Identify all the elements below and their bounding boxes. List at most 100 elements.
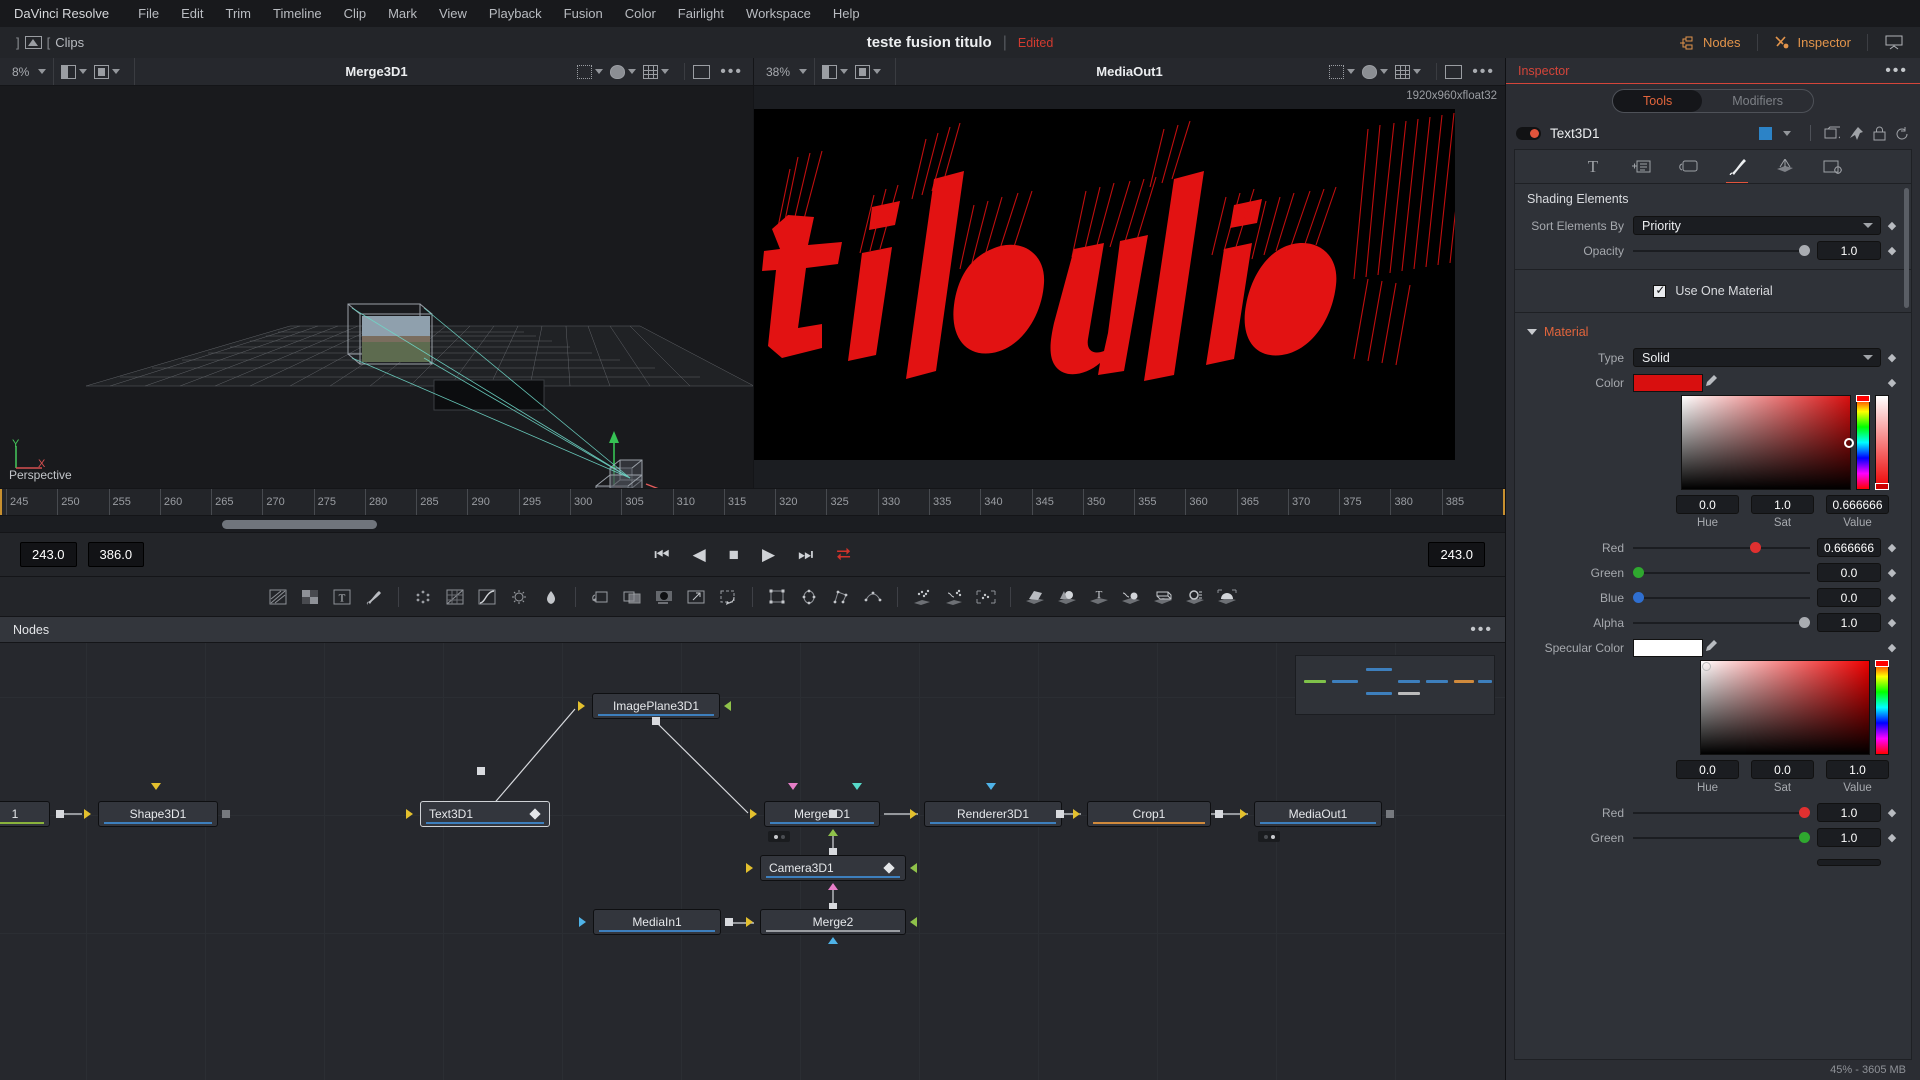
eyedropper-icon[interactable]	[1703, 374, 1719, 391]
frame-icon[interactable]	[693, 64, 711, 79]
merge3d1-output-port[interactable]	[829, 810, 837, 818]
menu-item-view[interactable]: View	[428, 0, 478, 27]
dissolve-icon[interactable]	[648, 584, 680, 610]
spec-green-handle[interactable]	[1799, 831, 1810, 843]
mediaout1-input-port[interactable]	[1240, 809, 1247, 819]
split-view-icon-2[interactable]	[822, 64, 838, 79]
pin-icon[interactable]	[1849, 126, 1864, 141]
camera3d1-output-arrow[interactable]	[910, 863, 917, 873]
crop1-output-port[interactable]	[1215, 810, 1223, 818]
specular-green-keyframe-button[interactable]: ◆	[1881, 831, 1903, 844]
menu-item-file[interactable]: File	[127, 0, 170, 27]
specular-value-value[interactable]: 1.0	[1826, 760, 1889, 779]
opacity-keyframe-button[interactable]: ◆	[1881, 244, 1903, 257]
merge2-background-input-arrow[interactable]	[828, 937, 838, 944]
viewer-left-options-ellipsis-icon[interactable]: •••	[710, 63, 753, 79]
green-handle[interactable]	[1633, 566, 1644, 578]
node-enable-toggle[interactable]	[1516, 126, 1541, 140]
last-frame-button[interactable]: ⏭	[798, 546, 813, 563]
specular-eyedropper-icon[interactable]	[1703, 639, 1719, 656]
mediaout1-output-port[interactable]	[1386, 810, 1394, 818]
merge3d1-second-input-arrow[interactable]	[852, 783, 862, 790]
menu-item-color[interactable]: Color	[614, 0, 667, 27]
merge-icon[interactable]	[616, 584, 648, 610]
viewer-right-zoom-chevron-down-icon[interactable]	[799, 69, 808, 74]
mediaout1-state-dots[interactable]	[1258, 831, 1280, 842]
loop-button[interactable]: ⮂	[836, 544, 850, 565]
spot-light-icon[interactable]	[1179, 584, 1211, 610]
blue-handle[interactable]	[1633, 591, 1644, 603]
node-mediain1[interactable]: MediaIn1	[593, 909, 721, 935]
layout-tab-icon[interactable]	[1628, 154, 1654, 180]
specular-hue-value[interactable]: 0.0	[1676, 760, 1739, 779]
layout-collapse-button[interactable]	[1868, 27, 1920, 58]
mediain1-output-port[interactable]	[725, 918, 733, 926]
region-of-interest-icon[interactable]	[577, 64, 593, 79]
viewer-left-zoom[interactable]: 8%	[0, 65, 35, 79]
material-type-keyframe-button[interactable]: ◆	[1881, 351, 1903, 364]
specular-red-keyframe-button[interactable]: ◆	[1881, 806, 1903, 819]
menu-item-playback[interactable]: Playback	[478, 0, 553, 27]
renderer-3d-icon[interactable]	[1211, 584, 1243, 610]
renderer3d1-input-port[interactable]	[910, 809, 917, 819]
duplicate-icon[interactable]	[1824, 126, 1840, 141]
merge3d1-camera-input-arrow[interactable]	[828, 829, 838, 836]
material-blue-slider[interactable]	[1633, 589, 1810, 607]
inspector-scrollbar[interactable]	[1904, 188, 1909, 308]
rotate-icon[interactable]	[712, 584, 744, 610]
timeline-scroll-thumb[interactable]	[222, 520, 377, 529]
menu-item-workspace[interactable]: Workspace	[735, 0, 822, 27]
image-plane-3d-icon[interactable]	[1019, 584, 1051, 610]
reset-icon[interactable]	[1895, 126, 1910, 141]
menu-item-clip[interactable]: Clip	[333, 0, 377, 27]
split-view-icon[interactable]	[61, 64, 77, 79]
grid-icon[interactable]	[643, 64, 659, 79]
material-color-keyframe-button[interactable]: ◆	[1881, 376, 1903, 389]
node-text3d1[interactable]: Text3D1	[420, 801, 550, 827]
mask-chevron-down-icon[interactable]	[628, 69, 637, 74]
split-view-2-chevron-down-icon[interactable]	[840, 69, 849, 74]
merge3d1-input-port[interactable]	[750, 809, 757, 819]
imageplane3d1-output-arrow[interactable]	[724, 701, 731, 711]
nodes-panel-options-ellipsis-icon[interactable]: •••	[1470, 621, 1493, 637]
nodes-toggle-button[interactable]: Nodes	[1663, 27, 1757, 58]
node-mediaout1[interactable]: MediaOut1	[1254, 801, 1382, 827]
use-one-material-checkbox[interactable]	[1653, 283, 1667, 298]
specular-sv-cursor[interactable]	[1702, 662, 1711, 671]
bspline-mask-icon[interactable]	[857, 584, 889, 610]
checkerboard-icon[interactable]	[294, 584, 326, 610]
material-blue-keyframe-button[interactable]: ◆	[1881, 591, 1903, 604]
viewer-right-zoom[interactable]: 38%	[754, 65, 796, 79]
material-alpha-slider[interactable]	[1633, 614, 1810, 632]
specular-red-slider[interactable]	[1633, 804, 1810, 822]
region-of-interest-icon-2[interactable]	[1329, 64, 1345, 79]
camera3d1-merge-input-arrow[interactable]	[828, 883, 838, 890]
color-channel-icon-2[interactable]	[855, 64, 871, 79]
node-crop1[interactable]: Crop1	[1087, 801, 1211, 827]
sort-elements-select[interactable]: Priority	[1633, 216, 1881, 235]
timeline-scrollbar[interactable]	[0, 516, 1505, 533]
node-camera3d1[interactable]: Camera3D1	[760, 855, 906, 881]
menu-item-fusion[interactable]: Fusion	[553, 0, 614, 27]
play-button[interactable]: ▶	[762, 546, 775, 563]
color-curves-icon[interactable]	[439, 584, 471, 610]
material-hue-marker[interactable]	[1856, 395, 1870, 402]
material-color-picker[interactable]	[1515, 395, 1911, 490]
camera3d1-input-port[interactable]	[746, 863, 753, 873]
material-sat-value[interactable]: 1.0	[1751, 495, 1814, 514]
opacity-slider[interactable]	[1633, 242, 1810, 260]
paint-icon[interactable]	[358, 584, 390, 610]
specular-color-keyframe-button[interactable]: ◆	[1881, 641, 1903, 654]
node-shape3d1[interactable]: Shape3D1	[98, 801, 218, 827]
shape3d1-input-arrow[interactable]	[151, 783, 161, 790]
specular-red-value[interactable]: 1.0	[1817, 803, 1881, 822]
timeline-ruler[interactable]: 245 250 255 260 265 270 275 280 285 290 295 300 305 3…	[0, 488, 1505, 516]
camera-3d-icon[interactable]	[1147, 584, 1179, 610]
inspector-toggle-button[interactable]: Inspector	[1758, 27, 1867, 58]
material-sv-cursor[interactable]	[1844, 438, 1854, 448]
roi-chevron-down-icon[interactable]	[595, 69, 604, 74]
grid-chevron-down-icon[interactable]	[661, 69, 670, 74]
material-color-swatch[interactable]	[1633, 373, 1703, 392]
inspector-options-ellipsis-icon[interactable]: •••	[1885, 62, 1908, 78]
stop-button[interactable]: ■	[729, 546, 739, 563]
